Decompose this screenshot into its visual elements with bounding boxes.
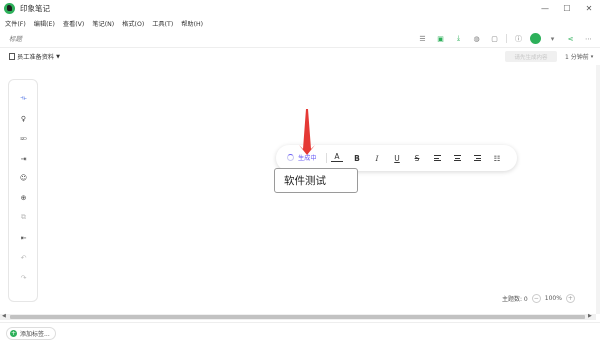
toolbar-divider xyxy=(506,34,507,43)
caret-down-icon: ▼ xyxy=(56,53,60,60)
mindmap-toolbar: 员工准备资料 ▼ 请先生成内容 1 分钟前 ▾ xyxy=(0,49,600,64)
strikethrough-button[interactable]: S xyxy=(411,152,423,164)
menu-format[interactable]: 格式(O) xyxy=(122,19,144,28)
zoom-out-button[interactable]: − xyxy=(531,293,541,303)
note-toolbar-icons: ☰ ▣ ⤓ ◍ ▢ ⓘ ▾ ⋖ ⋯ xyxy=(411,30,595,47)
add-tag-label: 添加标签... xyxy=(20,331,50,338)
add-icon: + xyxy=(10,330,17,337)
bullet-list-icon[interactable]: ☷ xyxy=(491,152,503,164)
vertical-scrollbar[interactable] xyxy=(596,65,600,314)
avatar[interactable] xyxy=(530,33,541,44)
list-icon[interactable]: ☰ xyxy=(416,32,429,45)
format-divider xyxy=(326,153,327,163)
menu-bar: 文件(F) 编辑(E) 查看(V) 笔记(N) 格式(O) 工具(T) 帮助(H… xyxy=(0,17,211,29)
window-controls: — ☐ ✕ xyxy=(534,0,600,17)
more-icon[interactable]: ⋯ xyxy=(582,32,595,45)
align-right-icon[interactable] xyxy=(471,152,483,164)
menu-file[interactable]: 文件(F) xyxy=(5,19,26,28)
structure-label: 员工准备资料 xyxy=(17,54,55,61)
italic-button[interactable]: I xyxy=(371,152,383,164)
loading-spinner-icon xyxy=(287,154,294,161)
header-divider xyxy=(0,47,600,48)
branch-icon[interactable]: ဆ xyxy=(18,133,29,144)
topic-count-label: 主题数: 0 xyxy=(502,295,528,303)
zoom-controls: 主题数: 0 − 100% + xyxy=(502,292,579,304)
align-left-icon[interactable] xyxy=(431,152,443,164)
note-title-row: ☰ ▣ ⤓ ◍ ▢ ⓘ ▾ ⋖ ⋯ xyxy=(0,30,600,47)
mindmap-root-node[interactable]: 软件测试 xyxy=(274,168,358,193)
download-icon[interactable]: ⤓ xyxy=(452,32,465,45)
note-footer: + 添加标签... xyxy=(0,322,600,346)
scrollbar-thumb[interactable] xyxy=(10,315,585,319)
bulb-icon[interactable]: ♀ xyxy=(18,113,29,124)
note-title-input[interactable] xyxy=(9,34,69,43)
insert-sibling-icon[interactable]: ⇤ xyxy=(18,232,29,243)
add-circle-icon[interactable]: ⊕ xyxy=(18,192,29,203)
title-bar: 印象笔记 — ☐ ✕ xyxy=(0,0,600,17)
share-icon[interactable]: ⋖ xyxy=(564,32,577,45)
duplicate-icon[interactable]: ⧉ xyxy=(18,212,29,223)
caret-down-icon: ▾ xyxy=(590,53,594,60)
menu-help[interactable]: 帮助(H) xyxy=(181,19,203,28)
undo-icon[interactable]: ↶ xyxy=(18,252,29,263)
menu-view[interactable]: 查看(V) xyxy=(63,19,84,28)
zoom-level: 100% xyxy=(544,294,562,302)
info-icon[interactable]: ⓘ xyxy=(512,32,525,45)
last-saved-label: 1 分钟前 xyxy=(565,54,589,61)
app-title: 印象笔记 xyxy=(20,4,50,13)
insert-child-icon[interactable]: ⇥ xyxy=(18,153,29,164)
structure-selector[interactable]: 员工准备资料 ▼ xyxy=(9,52,60,61)
close-button[interactable]: ✕ xyxy=(578,0,600,17)
last-saved-selector[interactable]: 1 分钟前 ▾ xyxy=(565,51,593,62)
add-tag-button[interactable]: + 添加标签... xyxy=(6,327,56,340)
chevron-down-icon[interactable]: ▾ xyxy=(546,32,559,45)
structure-icon xyxy=(9,53,15,60)
horizontal-scrollbar[interactable]: ◀ ▶ xyxy=(0,313,596,320)
zoom-in-button[interactable]: + xyxy=(565,293,575,303)
font-color-button[interactable]: A xyxy=(331,152,343,162)
annotation-arrow-shape xyxy=(299,109,315,155)
maximize-button[interactable]: ☐ xyxy=(556,0,578,17)
underline-button[interactable]: U xyxy=(391,152,403,164)
scroll-right-icon[interactable]: ▶ xyxy=(588,313,592,319)
emoji-icon[interactable]: ☺ xyxy=(18,172,29,183)
evernote-doc-icon[interactable]: ▣ xyxy=(434,32,447,45)
bold-button[interactable]: B xyxy=(351,152,363,164)
menu-tools[interactable]: 工具(T) xyxy=(152,19,173,28)
menu-edit[interactable]: 编辑(E) xyxy=(34,19,55,28)
evernote-logo-icon xyxy=(4,3,15,14)
mindmap-icon[interactable]: ⟛ xyxy=(18,93,29,104)
menu-note[interactable]: 笔记(N) xyxy=(92,19,114,28)
minimize-button[interactable]: — xyxy=(534,0,556,17)
comment-icon[interactable]: ▢ xyxy=(488,32,501,45)
globe-icon[interactable]: ◍ xyxy=(470,32,483,45)
redo-icon[interactable]: ↷ xyxy=(18,272,29,283)
left-tool-panel: ⟛ ♀ ဆ ⇥ ☺ ⊕ ⧉ ⇤ ↶ ↷ xyxy=(8,79,38,302)
align-center-icon[interactable] xyxy=(451,152,463,164)
scroll-left-icon[interactable]: ◀ xyxy=(2,313,6,319)
generate-button-disabled: 请先生成内容 xyxy=(505,51,557,62)
annotation-arrow xyxy=(299,109,315,155)
